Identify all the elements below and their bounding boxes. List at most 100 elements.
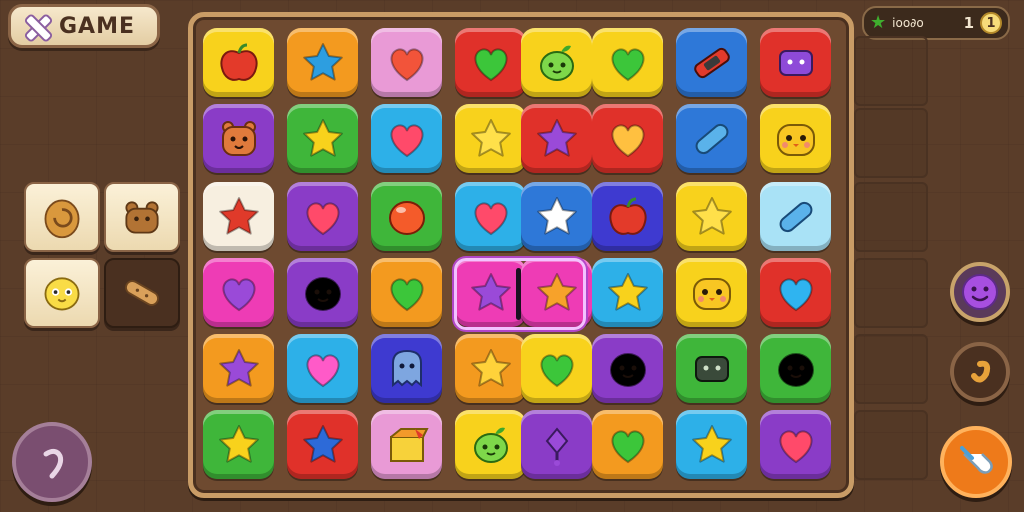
ghost-face-icon [391,349,422,387]
star-icon [691,196,732,235]
heart-icon [610,429,645,463]
tile[interactable] [287,258,358,327]
tile[interactable] [676,28,747,97]
tile[interactable] [521,28,592,97]
blob-face-icon [609,352,646,387]
slot [854,410,928,480]
tile[interactable] [203,28,274,97]
tray-item-chick[interactable] [24,258,100,328]
score-value: 1 [963,14,974,32]
swirl-button[interactable] [950,342,1010,402]
tile[interactable] [287,182,358,251]
tile[interactable] [760,334,831,403]
pill-icon [695,123,728,154]
tile[interactable] [592,182,663,251]
star-icon [607,272,648,311]
tile[interactable] [371,28,442,97]
tile[interactable] [521,182,592,251]
hint-button[interactable] [940,426,1012,498]
tile[interactable] [287,334,358,403]
tray-item-cookie[interactable] [24,182,100,252]
tile[interactable] [455,334,526,403]
slot [854,258,928,328]
tile[interactable] [455,28,526,97]
slot [854,182,928,252]
tile[interactable] [203,410,274,479]
tile[interactable] [676,410,747,479]
swirl-icon [971,360,991,383]
tile[interactable] [371,104,442,173]
tile[interactable] [203,258,274,327]
undo-button[interactable] [12,422,92,502]
tile[interactable] [521,104,592,173]
tile[interactable] [676,104,747,173]
tile[interactable] [676,334,747,403]
pair-divider [516,268,521,320]
cookie-icon [44,199,80,239]
block-face-icon [694,355,729,382]
tile[interactable] [592,258,663,327]
coin-icon: 1 [980,12,1002,34]
tile[interactable] [760,410,831,479]
heart-icon [539,353,574,387]
tile[interactable] [592,28,663,97]
heart-icon [305,201,340,235]
bandage-icon [125,280,159,306]
tile[interactable] [371,410,442,479]
tile[interactable] [455,410,526,479]
tile[interactable] [287,104,358,173]
tile[interactable] [371,334,442,403]
tile[interactable] [203,334,274,403]
bear-face-icon [221,120,256,156]
tile[interactable] [203,182,274,251]
balloon-icon [545,426,568,466]
box-icon [389,427,429,462]
tile[interactable] [760,28,831,97]
tile[interactable] [287,28,358,97]
tile[interactable] [455,104,526,173]
tile[interactable] [676,258,747,327]
game-menu-button[interactable]: GAME [8,4,160,48]
undo-icon [43,448,64,479]
tile[interactable] [287,410,358,479]
sprout-face-icon [539,45,574,81]
tile[interactable] [592,104,663,173]
heart-icon [389,277,424,311]
smile-icon [962,274,998,310]
heart-icon [389,47,424,81]
star-icon [218,348,259,387]
apple-icon [608,197,647,235]
close-icon[interactable] [21,11,51,41]
tile[interactable] [455,182,526,251]
star-icon [218,196,259,235]
heart-icon [778,429,813,463]
heart-icon [473,201,508,235]
tile[interactable] [371,258,442,327]
tile[interactable] [592,334,663,403]
tile[interactable] [760,182,831,251]
star-icon [536,196,577,235]
heart-icon [473,47,508,81]
tray-item-bandage[interactable] [104,258,180,328]
smile-button[interactable] [950,262,1010,322]
tile[interactable] [760,104,831,173]
bear-cookie-icon [125,201,159,234]
blob-face-icon [777,352,814,387]
tile[interactable] [203,104,274,173]
tray-item-bear-cookie[interactable] [104,182,180,252]
green-star-icon: ★ [870,12,887,33]
blob-face-icon [304,276,341,311]
tile[interactable] [760,258,831,327]
tile[interactable] [676,182,747,251]
heart-icon [610,47,645,81]
purple-block-icon [778,49,813,76]
sprout-face-icon [473,427,508,463]
tile[interactable] [371,182,442,251]
tile[interactable] [521,334,592,403]
game-label: GAME [59,13,136,39]
tile[interactable] [521,410,592,479]
star-icon [302,424,343,463]
score-label: ioo∂o [892,16,924,30]
slot [854,36,928,106]
tile[interactable] [592,410,663,479]
